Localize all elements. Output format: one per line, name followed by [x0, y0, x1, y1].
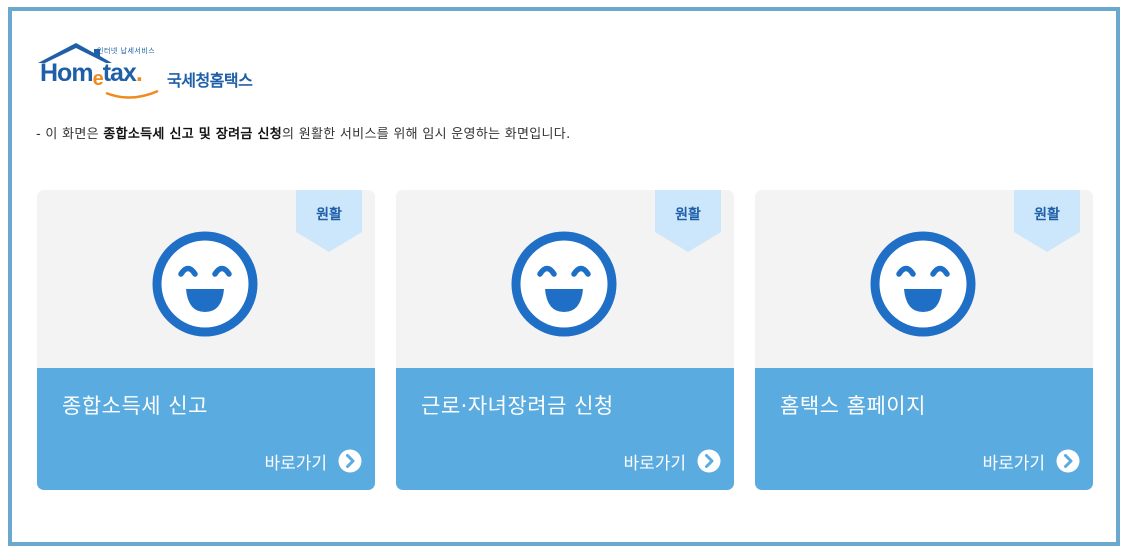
notice-bold: 종합소득세 신고 및 장려금 신청: [103, 127, 283, 142]
notice-prefix: - 이 화면은: [36, 127, 104, 142]
card-title: 근로·자녀장려금 신청: [421, 394, 614, 418]
status-badge: 원활: [655, 190, 721, 252]
go-link[interactable]: 바로가기: [623, 448, 721, 474]
card-title: 홈택스 홈페이지: [780, 394, 926, 418]
go-link-label: 바로가기: [264, 453, 327, 474]
card-hometax-homepage[interactable]: 원활 홈택스 홈페이지 바로가기: [755, 190, 1093, 490]
card-title: 종합소득세 신고: [62, 394, 208, 418]
card-earned-income-credit[interactable]: 원활 근로·자녀장려금 신청 바로가기: [396, 190, 734, 490]
status-badge-label: 원활: [1034, 207, 1060, 223]
status-badge-label: 원활: [316, 207, 342, 223]
smiley-face-icon: [152, 231, 258, 337]
card-income-tax-filing[interactable]: 원활 종합소득세 신고 바로가기: [37, 190, 375, 490]
smiley-face-icon: [870, 231, 976, 337]
go-link[interactable]: 바로가기: [264, 448, 362, 474]
card-footer: 근로·자녀장려금 신청 바로가기: [396, 368, 734, 490]
chevron-right-circle-icon: [697, 449, 721, 473]
page-frame: 인터넷 납세서비스 Hometax. 국세청홈택스 - 이 화면은 종합소득세 …: [8, 7, 1120, 546]
notice-suffix: 의 원활한 서비스를 위해 임시 운영하는 화면입니다.: [282, 127, 571, 142]
status-badge: 원활: [296, 190, 362, 252]
card-footer: 종합소득세 신고 바로가기: [37, 368, 375, 490]
chevron-right-circle-icon: [338, 449, 362, 473]
smiley-face-icon: [511, 231, 617, 337]
status-badge-label: 원활: [675, 207, 701, 223]
status-badge: 원활: [1014, 190, 1080, 252]
go-link-label: 바로가기: [623, 453, 686, 474]
notice-text: - 이 화면은 종합소득세 신고 및 장려금 신청의 원활한 서비스를 위해 임…: [36, 123, 571, 142]
hometax-logo[interactable]: 인터넷 납세서비스 Hometax. 국세청홈택스: [36, 41, 276, 101]
card-footer: 홈택스 홈페이지 바로가기: [755, 368, 1093, 490]
chevron-right-circle-icon: [1056, 449, 1080, 473]
go-link[interactable]: 바로가기: [982, 448, 1080, 474]
go-link-label: 바로가기: [982, 453, 1045, 474]
logo-swoosh-icon: [105, 89, 159, 99]
logo-korean-name: 국세청홈택스: [167, 71, 253, 90]
